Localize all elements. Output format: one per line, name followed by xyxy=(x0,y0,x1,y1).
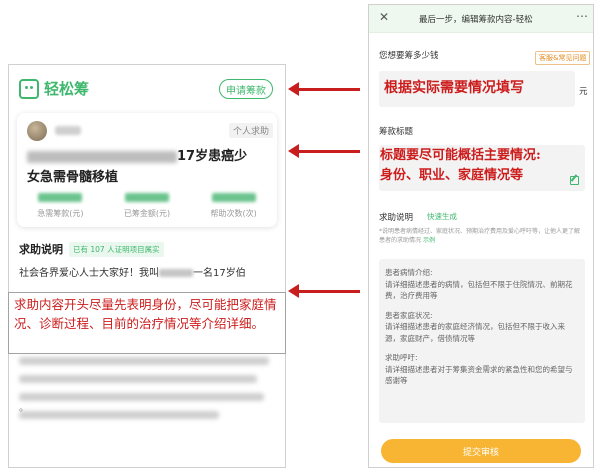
desc-block-appeal: 求助呼吁: 请详细描述患者对于筹集资金需求的紧急性和您的希望与感谢等 xyxy=(385,352,579,387)
ellipsis-dot: 。 xyxy=(19,403,29,414)
close-icon[interactable]: ✕ xyxy=(379,10,389,24)
arrow-left-icon xyxy=(288,82,360,96)
amount-unit: 元 xyxy=(579,87,588,97)
card-stats: 急需筹款(元) 已筹金额(元) 帮助次数(次) xyxy=(17,193,277,219)
brand-logo[interactable]: 轻松筹 xyxy=(19,78,89,99)
blurred-stat-value xyxy=(125,193,169,202)
stat-label: 帮助次数(次) xyxy=(210,209,257,218)
arrow-left-icon xyxy=(288,144,360,158)
blurred-stat-value xyxy=(38,193,83,202)
blurred-name xyxy=(159,269,193,277)
submit-review-button[interactable]: 提交审核 xyxy=(381,439,581,463)
annotated-screenshot: 轻松筹 申请筹款 个人求助 17岁患癌少 女急需骨髓移植 急需筹款(元) 已筹金… xyxy=(0,0,600,471)
help-faq-tag[interactable]: 客服&常见问题 xyxy=(535,51,591,65)
edit-header: ✕ 最后一步，编辑筹款内容-轻松 ⋯ xyxy=(369,5,593,33)
card-title: 17岁患癌少 女急需骨髓移植 xyxy=(27,146,262,188)
stat-helps: 帮助次数(次) xyxy=(190,193,277,219)
description-textarea[interactable]: 患者病情介绍: 请详细描述患者的病情，包括但不限于住院情况、前期花费，治疗费用等… xyxy=(379,259,585,423)
desc-head: 患者家庭状况: xyxy=(385,310,433,320)
apply-fundraising-button[interactable]: 申请筹款 xyxy=(219,79,273,99)
description-text-start: 社会各界爱心人士大家好！我叫 xyxy=(19,268,159,279)
card-title-visible: 17岁患癌少 xyxy=(177,149,248,164)
left-phone-screen: 轻松筹 申请筹款 个人求助 17岁患癌少 女急需骨髓移植 急需筹款(元) 已筹金… xyxy=(8,64,286,468)
right-phone-screen: ✕ 最后一步，编辑筹款内容-轻松 ⋯ 您想要筹多少钱 客服&常见问题 元 筹款标… xyxy=(368,4,594,468)
blurred-stat-value xyxy=(211,193,256,202)
annotation-title-line1: 标题要尽可能概括主要情况: xyxy=(380,148,541,163)
app-header: 轻松筹 申请筹款 xyxy=(9,65,285,113)
blurred-line xyxy=(19,411,219,419)
stat-raised: 已筹金额(元) xyxy=(104,193,191,219)
quick-generate-link[interactable]: 快速生成 xyxy=(427,211,457,222)
description-hint: *说明患者病情经过、家庭状况、预期治疗费用及爱心呼吁等，让他人更了解患者的求助情… xyxy=(379,227,585,245)
more-icon[interactable]: ⋯ xyxy=(576,9,588,23)
annotation-title-line2: 身份、职业、家庭情况等 xyxy=(380,168,524,183)
brand-name: 轻松筹 xyxy=(44,80,90,98)
blurred-description-lines xyxy=(19,357,274,429)
arrow-left-icon xyxy=(288,284,360,298)
page-title: 最后一步，编辑筹款内容-轻松 xyxy=(419,15,533,25)
personal-help-tag: 个人求助 xyxy=(229,123,274,138)
hint-text: *说明患者病情经过、家庭状况、预期治疗费用及爱心呼吁等，让他人更了解患者的求助情… xyxy=(379,228,581,244)
avatar xyxy=(27,121,47,141)
desc-body: 请详细描述患者的病情，包括但不限于住院情况、前期花费，治疗费用等 xyxy=(385,279,573,301)
blurred-line xyxy=(19,393,264,401)
amount-label: 您想要筹多少钱 xyxy=(379,51,439,61)
annotation-note-description: 求助内容开头尽量先表明身份，尽可能把家庭情况、诊断过程、目前的治疗情况等介绍详细… xyxy=(8,292,286,354)
desc-block-condition: 患者病情介绍: 请详细描述患者的病情，包括但不限于住院情况、前期花费，治疗费用等 xyxy=(385,267,579,302)
blurred-line xyxy=(19,357,269,365)
desc-body: 请详细描述患者对于筹集资金需求的紧急性和您的希望与感谢等 xyxy=(385,364,573,386)
desc-head: 患者病情介绍: xyxy=(385,268,433,277)
stat-label: 已筹金额(元) xyxy=(123,209,171,218)
title-label: 筹款标题 xyxy=(379,127,414,137)
card-title-line2: 女急需骨髓移植 xyxy=(27,170,119,185)
stat-target: 急需筹款(元) xyxy=(17,193,104,219)
annotation-amount: 根据实际需要情况填写 xyxy=(384,80,524,96)
blurred-title-text xyxy=(27,150,177,163)
example-link[interactable]: 示例 xyxy=(423,237,435,244)
description-text-end: 一名17岁伯 xyxy=(193,268,246,279)
blurred-line xyxy=(19,375,257,383)
stat-label: 急需筹款(元) xyxy=(37,209,84,218)
verified-badge[interactable]: 已有 107 人证明项目属实 xyxy=(69,241,164,257)
help-description-header: 求助说明 已有 107 人证明项目属实 xyxy=(19,241,164,257)
fundraising-card[interactable]: 个人求助 17岁患癌少 女急需骨髓移植 急需筹款(元) 已筹金额(元) 帮助次数… xyxy=(17,113,277,227)
edit-icon[interactable] xyxy=(570,176,579,185)
desc-body: 请详细描述患者的家庭经济情况，包括但不限于收入来源，家庭财产，借债情况等 xyxy=(385,322,565,343)
desc-head: 求助呼吁: xyxy=(385,353,418,362)
section-title: 求助说明 xyxy=(19,243,63,256)
description-label: 求助说明 xyxy=(379,213,414,223)
desc-block-family: 患者家庭状况: 请详细描述患者的家庭经济情况，包括但不限于收入来源，家庭财产，借… xyxy=(385,310,579,345)
description-first-line: 社会各界爱心人士大家好！我叫 一名17岁伯 xyxy=(19,266,281,282)
blurred-user-name xyxy=(55,126,81,135)
cat-logo-icon xyxy=(19,78,39,99)
